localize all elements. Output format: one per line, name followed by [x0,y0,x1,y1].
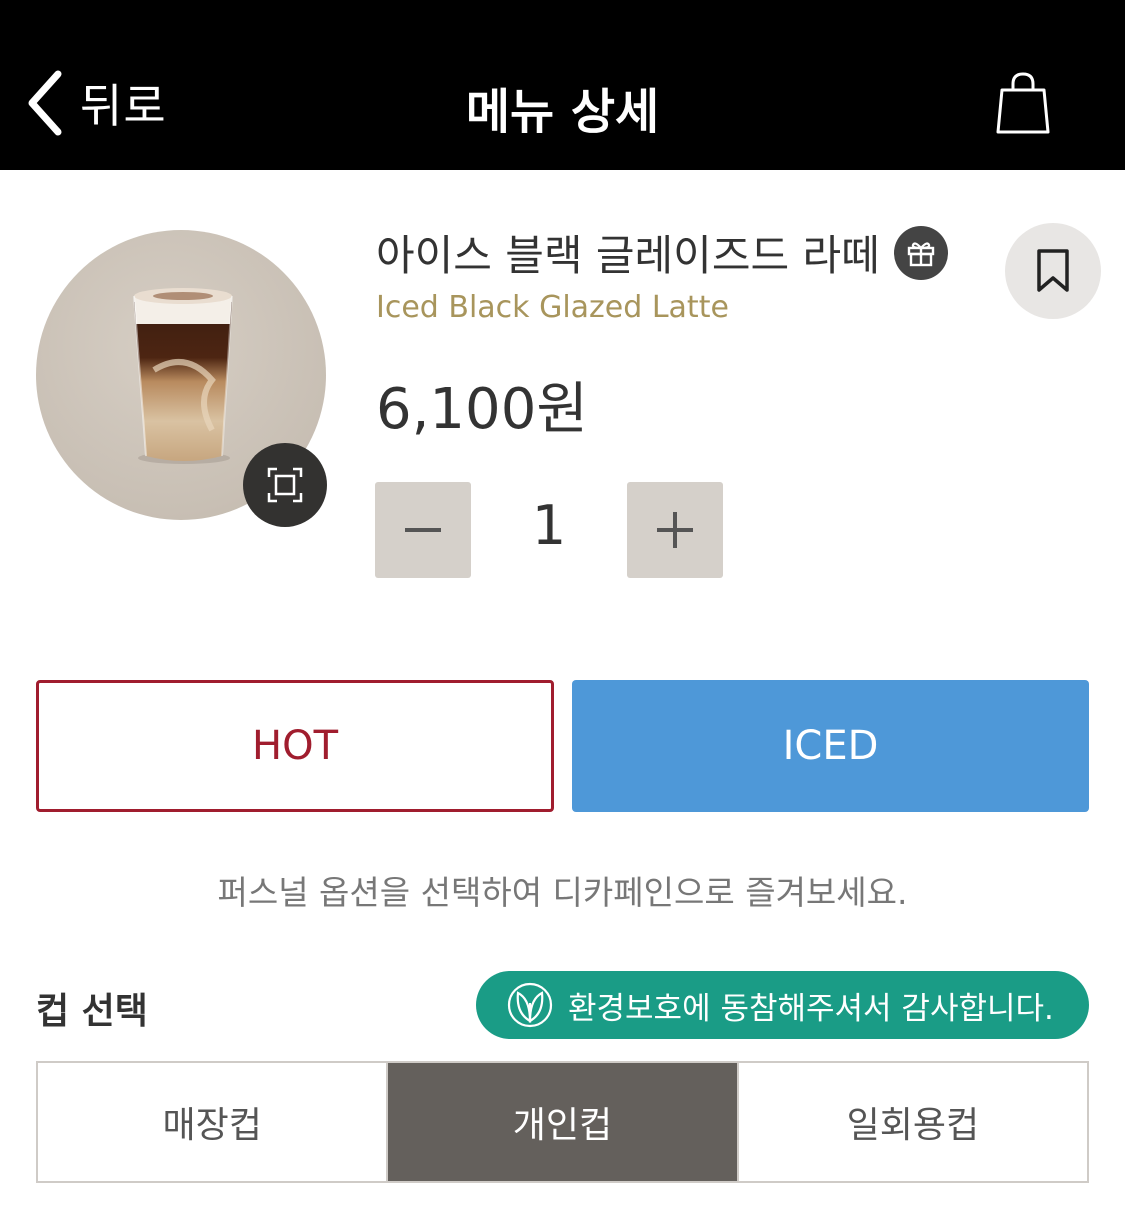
cup-option-personal[interactable]: 개인컵 [388,1063,739,1181]
leaf-icon [507,982,553,1028]
quantity-decrease-button[interactable] [375,482,471,578]
bookmark-icon [1037,249,1069,292]
gift-icon[interactable] [893,225,948,280]
page-title: 메뉴 상세 [465,84,660,140]
hot-option-button[interactable]: HOT [36,680,554,812]
product-name-korean: 아이스 블랙 글레이즈드 라떼 [376,231,880,280]
bookmark-button[interactable] [1005,223,1101,319]
eco-message-badge: 환경보호에 동참해주셔서 감사합니다. [476,971,1089,1039]
cup-option-store[interactable]: 매장컵 [38,1063,389,1181]
quantity-value: 1 [531,494,567,557]
shopping-bag-icon [996,72,1050,134]
minus-icon [405,528,441,532]
cup-options: 매장컵 개인컵 일회용컵 [36,1061,1089,1183]
product-name: 아이스 블랙 글레이즈드 라떼 [376,222,948,283]
product-price: 6,100원 [376,377,588,442]
cart-button[interactable] [994,70,1052,136]
iced-option-button[interactable]: ICED [572,680,1089,812]
decaf-notice: 퍼스널 옵션을 선택하여 디카페인으로 즐겨보세요. [217,873,908,912]
top-bar: 뒤로 메뉴 상세 [0,0,1125,170]
product-name-english: Iced Black Glazed Latte [376,290,729,325]
quantity-increase-button[interactable] [627,482,723,578]
expand-icon [267,467,303,503]
plus-icon [657,512,693,548]
cup-selection-title: 컵 선택 [36,991,148,1032]
eco-message-text: 환경보호에 동참해주셔서 감사합니다. [568,990,1054,1027]
zoom-button[interactable] [243,443,327,527]
cup-option-disposable[interactable]: 일회용컵 [739,1063,1087,1181]
